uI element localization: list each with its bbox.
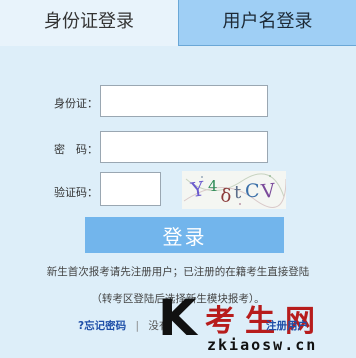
id-card-label: 身份证： bbox=[36, 95, 98, 111]
login-button[interactable]: 登录 bbox=[85, 217, 284, 253]
login-tabs: 身份证登录 用户名登录 bbox=[0, 0, 356, 46]
password-label: 密 码： bbox=[36, 141, 98, 157]
captcha-label: 验证码： bbox=[36, 184, 98, 200]
svg-text:δ: δ bbox=[219, 185, 232, 207]
tab-username-login[interactable]: 用户名登录 bbox=[178, 0, 356, 46]
svg-text:V: V bbox=[259, 180, 276, 203]
svg-text:t: t bbox=[234, 182, 242, 203]
password-input[interactable] bbox=[100, 131, 268, 163]
id-card-input[interactable] bbox=[100, 85, 268, 117]
register-link[interactable]: 注册用户 bbox=[266, 320, 308, 332]
svg-text:C: C bbox=[245, 180, 260, 202]
footer-links: ?忘记密码 | 没有 bbox=[78, 318, 169, 333]
captcha-image[interactable]: Y 4 δ t C V bbox=[182, 171, 286, 209]
notice-line-1: 新生首次报考请先注册用户；已注册的在籍考生直接登陆 bbox=[0, 264, 356, 279]
link-separator: | bbox=[135, 320, 139, 332]
register-link-wrap: 注册用户 bbox=[266, 318, 308, 333]
captcha-input[interactable] bbox=[100, 172, 161, 206]
captcha-graphic: Y 4 δ t C V bbox=[182, 171, 286, 209]
svg-text:4: 4 bbox=[208, 177, 218, 195]
watermark-k-logo: K bbox=[158, 293, 197, 343]
tab-id-card-login[interactable]: 身份证登录 bbox=[0, 0, 178, 46]
watermark-url: zkiaosw.cn bbox=[207, 336, 317, 354]
forgot-password-link[interactable]: ?忘记密码 bbox=[78, 320, 126, 332]
